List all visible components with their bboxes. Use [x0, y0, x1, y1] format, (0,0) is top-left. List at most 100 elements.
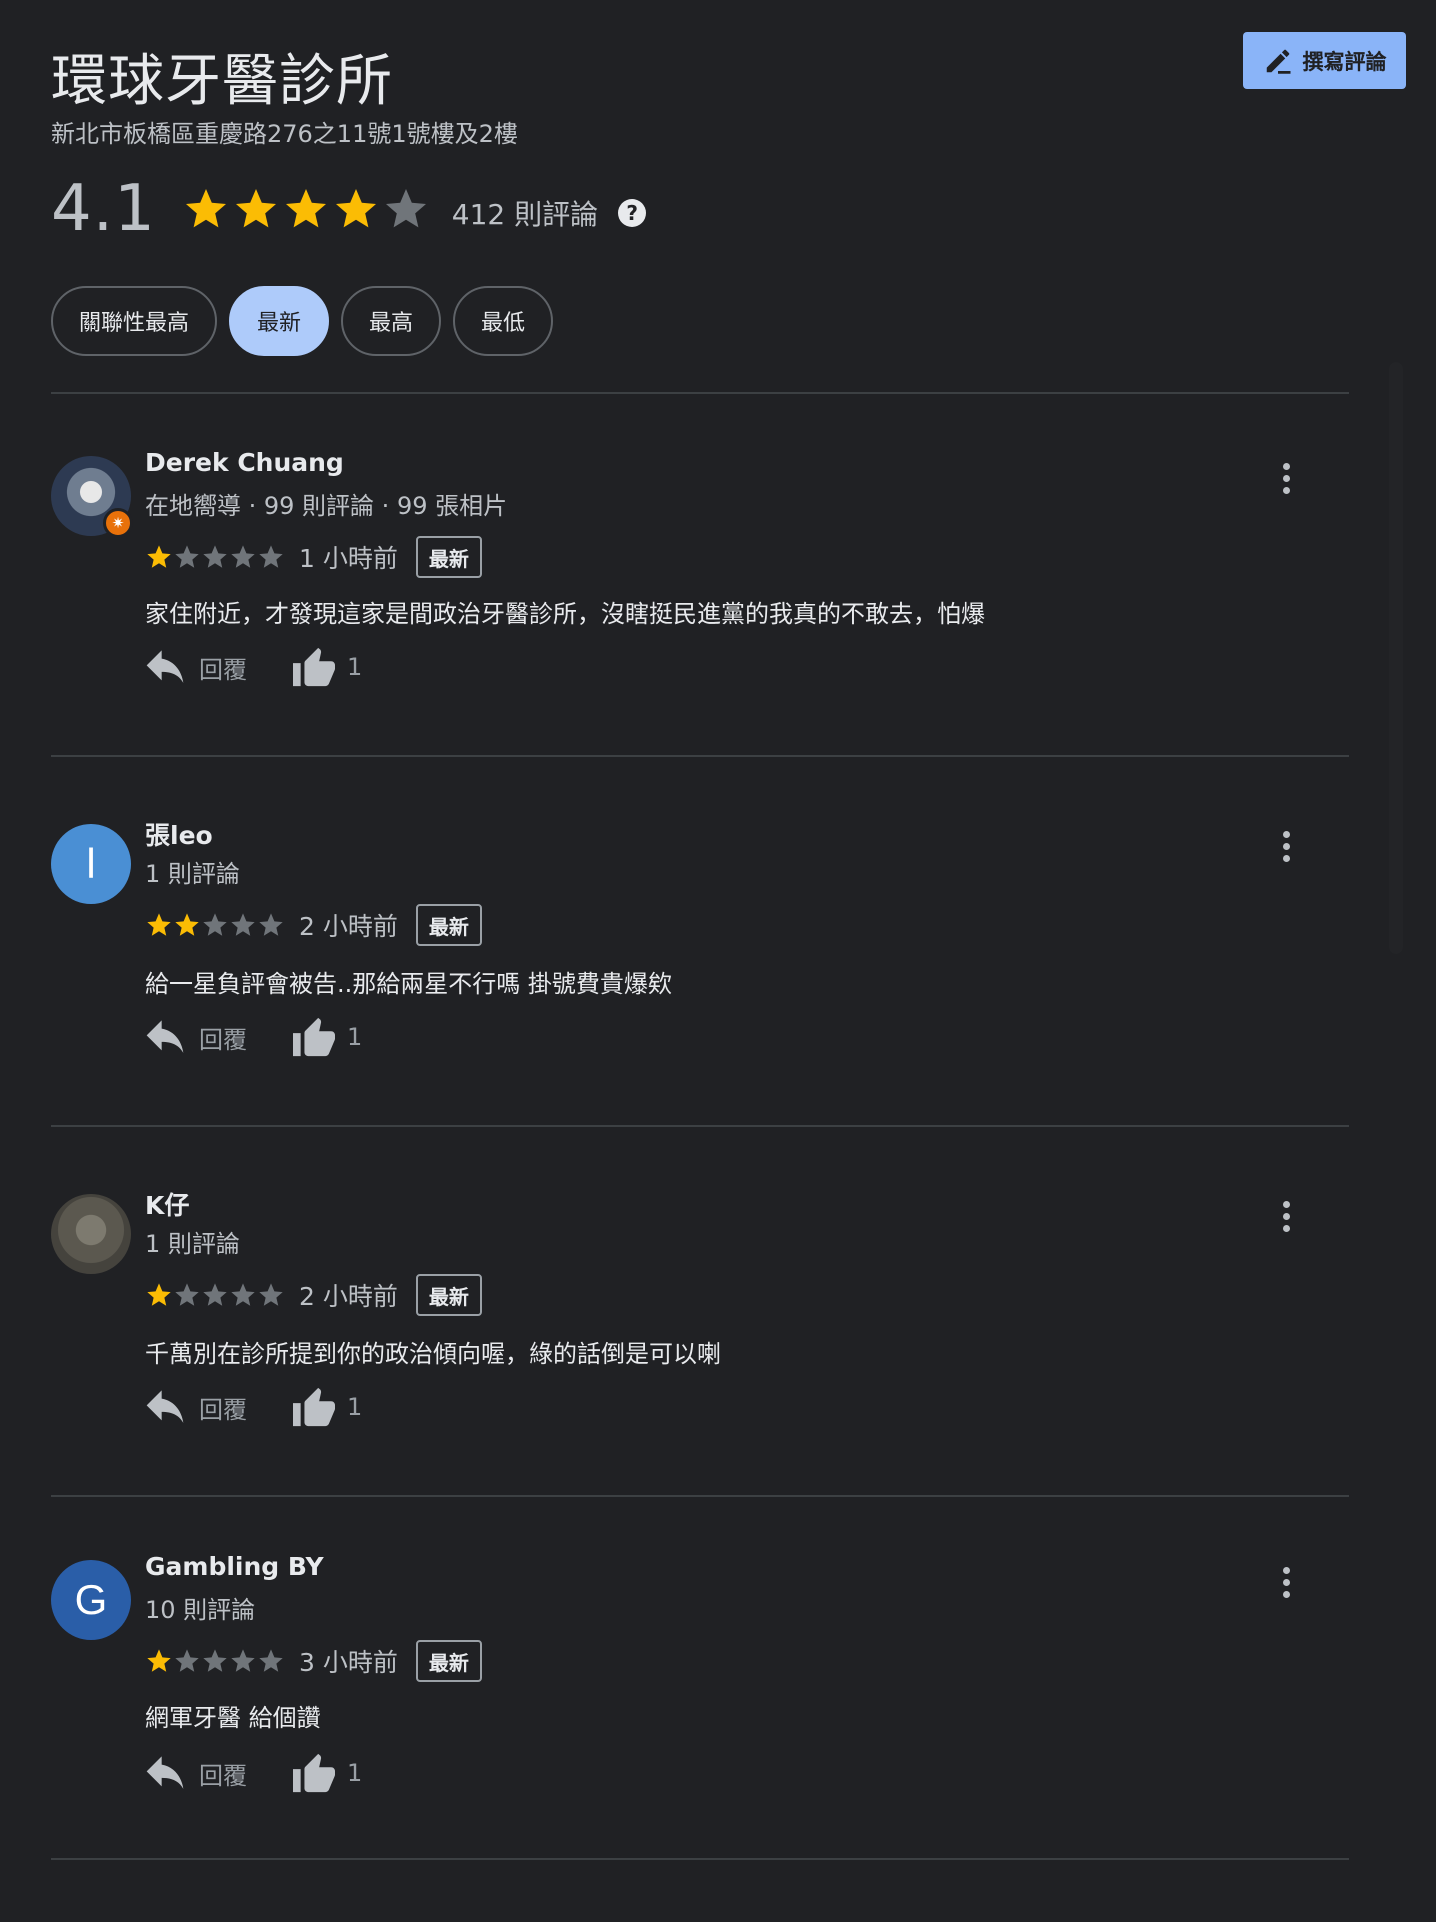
divider: [51, 1495, 1349, 1497]
sort-chip-newest[interactable]: 最新: [229, 286, 330, 356]
review-author-meta: 1 則評論: [145, 860, 240, 888]
review-time: 2 小時前: [299, 1282, 398, 1311]
write-review-button[interactable]: 撰寫評論: [1243, 32, 1406, 89]
review-author-meta: 10 則評論: [145, 1596, 256, 1624]
new-badge: 最新: [415, 1274, 482, 1316]
place-name: 環球牙醫診所: [51, 49, 393, 114]
star-icon: [147, 913, 171, 936]
review-author[interactable]: Derek Chuang: [145, 448, 344, 477]
thumbs-up-icon: [293, 1017, 335, 1057]
review-stars: [145, 911, 285, 939]
review-count: 412 則評論: [451, 198, 599, 231]
review-stars: [145, 1281, 285, 1309]
new-badge: 最新: [415, 904, 482, 946]
star-icon: [231, 1649, 255, 1672]
like-count: 1: [347, 1023, 363, 1051]
review-author-meta: 在地嚮導 · 99 則評論 · 99 張相片: [145, 492, 508, 520]
sort-chip-lowest[interactable]: 最低: [453, 286, 554, 356]
review-actions: 回覆 1: [145, 1386, 362, 1428]
like-button[interactable]: 1: [291, 1752, 362, 1794]
like-button[interactable]: 1: [291, 1386, 362, 1428]
like-button[interactable]: 1: [291, 1016, 362, 1058]
star-icon: [175, 1283, 199, 1306]
divider: [51, 755, 1349, 757]
review-stars: [145, 543, 285, 571]
pencil-icon: [1266, 49, 1290, 74]
like-count: 1: [347, 653, 363, 681]
star-icon: [203, 1283, 227, 1306]
like-button[interactable]: 1: [291, 646, 362, 688]
review-actions: 回覆 1: [145, 646, 362, 688]
reply-icon: [146, 1020, 184, 1053]
star-icon: [175, 1649, 199, 1672]
star-icon: [235, 189, 276, 228]
local-guide-badge-icon: ✷: [103, 508, 133, 538]
star-icon: [147, 545, 171, 568]
reply-button[interactable]: 回覆: [145, 1756, 247, 1791]
review-time: 3 小時前: [299, 1648, 398, 1677]
star-icon: [175, 913, 199, 936]
divider: [51, 1858, 1349, 1860]
help-icon[interactable]: ?: [618, 199, 647, 227]
review-author[interactable]: Gambling BY: [145, 1552, 324, 1581]
reply-button[interactable]: 回覆: [145, 1020, 247, 1055]
review-actions: 回覆 1: [145, 1752, 362, 1794]
reply-label: 回覆: [199, 1761, 247, 1790]
sort-chip-highest[interactable]: 最高: [341, 286, 442, 356]
star-icon: [231, 1283, 255, 1306]
avatar[interactable]: l: [51, 824, 131, 904]
star-icon: [385, 189, 426, 228]
reply-icon: [146, 1390, 184, 1423]
average-rating: 4.1: [51, 172, 156, 246]
review-text: 給一星負評會被告..那給兩星不行嗎 掛號費貴爆欸: [145, 970, 672, 998]
star-icon: [203, 1649, 227, 1672]
sort-chip-relevance[interactable]: 關聯性最高: [51, 286, 218, 356]
review-author[interactable]: K仔: [145, 1186, 189, 1222]
review-rating-line: 2 小時前 最新: [145, 904, 482, 946]
scrollbar-track[interactable]: [1389, 362, 1403, 954]
review-stars: [145, 1647, 285, 1675]
review-actions: 回覆 1: [145, 1016, 362, 1058]
divider: [51, 1125, 1349, 1127]
avatar[interactable]: [51, 1194, 131, 1274]
more-options-icon[interactable]: [1268, 1194, 1304, 1238]
star-icon: [147, 1649, 171, 1672]
reply-button[interactable]: 回覆: [145, 650, 247, 685]
star-icon: [335, 189, 376, 228]
star-icon: [203, 545, 227, 568]
reply-icon: [146, 1756, 184, 1789]
more-options-icon[interactable]: [1268, 1560, 1304, 1604]
like-count: 1: [347, 1393, 363, 1421]
review-time: 2 小時前: [299, 912, 398, 941]
review-author[interactable]: 張leo: [145, 816, 213, 852]
thumbs-up-icon: [293, 1753, 335, 1793]
new-badge: 最新: [415, 1640, 482, 1682]
avatar[interactable]: ✷: [51, 456, 133, 538]
average-rating-stars: [182, 185, 430, 233]
review-time: 1 小時前: [299, 544, 398, 573]
star-icon: [259, 913, 283, 936]
new-badge: 最新: [415, 536, 482, 578]
reply-label: 回覆: [199, 655, 247, 684]
star-icon: [175, 545, 199, 568]
rating-summary: 4.1 412 則評論 ?: [51, 172, 647, 246]
avatar[interactable]: G: [51, 1560, 131, 1640]
star-icon: [203, 913, 227, 936]
review-rating-line: 1 小時前 最新: [145, 536, 482, 578]
star-icon: [285, 189, 326, 228]
reviews-panel: 環球牙醫診所 新北市板橋區重慶路276之11號1號樓及2樓 撰寫評論 4.1 4…: [0, 0, 1436, 1922]
reply-button[interactable]: 回覆: [145, 1390, 247, 1425]
star-icon: [259, 545, 283, 568]
reply-label: 回覆: [199, 1025, 247, 1054]
more-options-icon[interactable]: [1268, 824, 1304, 868]
star-icon: [185, 189, 226, 228]
star-icon: [231, 913, 255, 936]
divider: [51, 392, 1349, 394]
thumbs-up-icon: [293, 647, 335, 687]
star-icon: [259, 1649, 283, 1672]
review-text: 家住附近，才發現這家是間政治牙醫診所，沒瞎挺民進黨的我真的不敢去，怕爆: [145, 600, 985, 628]
star-icon: [259, 1283, 283, 1306]
more-options-icon[interactable]: [1268, 456, 1304, 500]
review-author-meta: 1 則評論: [145, 1230, 240, 1258]
review-rating-line: 3 小時前 最新: [145, 1640, 482, 1682]
